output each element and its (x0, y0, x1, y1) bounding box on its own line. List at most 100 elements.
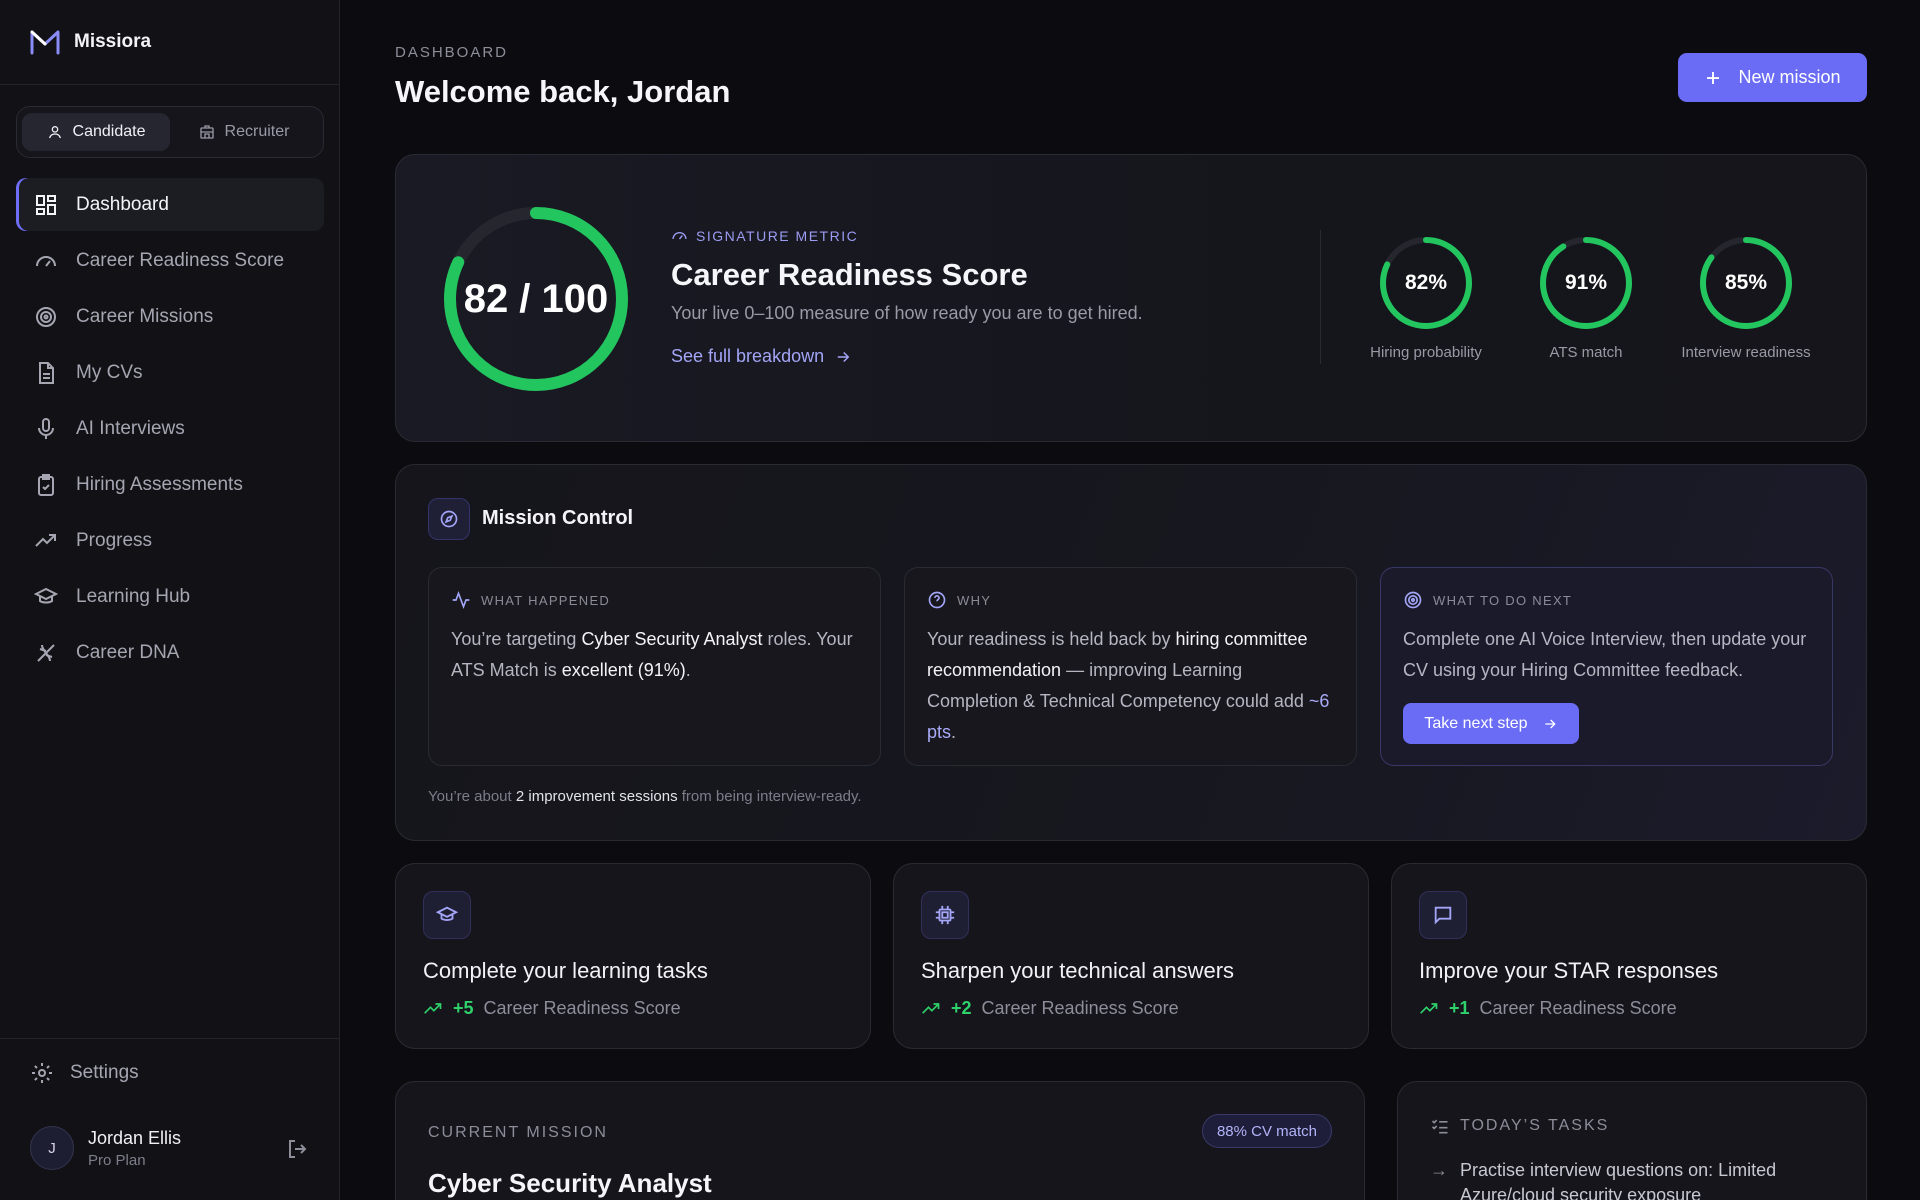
sidebar-item-hiring-assessments[interactable]: Hiring Assessments (16, 458, 324, 511)
trending-up-icon (922, 1002, 940, 1014)
sidebar-item-dashboard[interactable]: Dashboard (16, 178, 324, 231)
take-next-step-button[interactable]: Take next step (1403, 703, 1579, 744)
brand-name: Missiora (74, 31, 152, 52)
sidebar-item-progress[interactable]: Progress (16, 514, 324, 567)
target-icon (36, 306, 56, 327)
action-card-learning[interactable]: Complete your learning tasks +5 Career R… (395, 863, 871, 1049)
todays-tasks-card: TODAY’S TASKS → Practise interview quest… (1397, 1081, 1867, 1200)
mission-control-card: Mission Control WHAT HAPPENED You’re tar… (395, 464, 1867, 841)
metric-value: 91% (1564, 271, 1608, 294)
sidebar-item-label: Career Missions (76, 305, 214, 327)
metric-label: Hiring probability (1370, 344, 1482, 361)
panel-body: Your readiness is held back by hiring co… (927, 629, 1330, 742)
gauge-icon (672, 231, 687, 240)
microphone-icon (38, 417, 54, 439)
divider (1320, 230, 1321, 364)
metric-label: ATS match (1549, 344, 1623, 361)
sidebar-footer: Settings J Jordan Ellis Pro Plan (0, 1038, 340, 1200)
cv-match-badge: 88% CV match (1201, 1114, 1332, 1148)
dna-icon (37, 643, 55, 662)
score-subtitle: Your live 0–100 measure of how ready you… (671, 303, 1143, 323)
settings-link[interactable]: Settings (30, 1061, 139, 1085)
trending-up-icon (35, 533, 56, 547)
task-item[interactable]: → Practise interview questions on: Limit… (1430, 1158, 1830, 1200)
brand[interactable]: Missiora (0, 0, 339, 85)
candidate-toggle-button[interactable]: Candidate (22, 113, 170, 151)
sidebar-nav: Dashboard Career Readiness Score Career … (16, 178, 324, 682)
metric-value: 85% (1724, 271, 1768, 294)
cpu-chip-icon (935, 905, 955, 925)
panel-heading: WHAT HAPPENED (481, 592, 611, 608)
checklist-icon (1431, 1119, 1448, 1134)
action-title: Improve your STAR responses (1419, 958, 1719, 983)
take-next-step-label: Take next step (1424, 714, 1528, 732)
see-breakdown-link[interactable]: See full breakdown (671, 346, 852, 367)
hiring-probability-metric: 82% Hiring probability (1356, 235, 1496, 361)
what-to-do-next-panel: WHAT TO DO NEXT Complete one AI Voice In… (1380, 567, 1833, 766)
sidebar-item-career-dna[interactable]: Career DNA (16, 626, 324, 679)
recruiter-label: Recruiter (224, 123, 290, 140)
activity-icon (452, 590, 470, 610)
ats-match-metric: 91% ATS match (1516, 235, 1656, 361)
sidebar-item-label: Hiring Assessments (76, 473, 243, 495)
why-panel: WHY Your readiness is held back by hirin… (904, 567, 1357, 766)
mission-control-icon-badge (428, 498, 470, 540)
user-icon (48, 126, 61, 139)
mission-control-title: Mission Control (482, 507, 634, 529)
arrow-right-icon (1544, 719, 1556, 728)
career-readiness-card: 82 / 100 SIGNATURE METRIC Career Readine… (395, 154, 1867, 442)
sidebar-item-career-readiness-score[interactable]: Career Readiness Score (16, 234, 324, 287)
gain-metric: Career Readiness Score (483, 998, 681, 1018)
action-card-star[interactable]: Improve your STAR responses +1 Career Re… (1391, 863, 1867, 1049)
candidate-label: Candidate (72, 123, 146, 140)
action-title: Sharpen your technical answers (921, 958, 1235, 983)
sidebar-item-ai-interviews[interactable]: AI Interviews (16, 402, 324, 455)
todays-tasks-heading: TODAY’S TASKS (1430, 1116, 1609, 1136)
missiora-logo-icon (30, 30, 60, 55)
sidebar-item-label: My CVs (76, 361, 143, 383)
breakdown-label: See full breakdown (671, 346, 825, 366)
panel-heading: WHY (957, 592, 992, 608)
metric-value: 82% (1404, 271, 1448, 294)
gain-value: +2 (951, 998, 972, 1018)
action-icon-badge (921, 891, 969, 939)
plus-icon (1707, 71, 1720, 84)
sidebar-item-my-cvs[interactable]: My CVs (16, 346, 324, 399)
action-gain: +2 Career Readiness Score (921, 998, 1179, 1019)
building-icon (199, 125, 214, 139)
mission-control-footer: You’re about 2 improvement sessions from… (428, 788, 862, 805)
role-toggle: Candidate Recruiter (16, 106, 324, 158)
sidebar-item-label: Career Readiness Score (76, 249, 285, 271)
panel-heading: WHAT TO DO NEXT (1433, 592, 1573, 608)
task-text: Practise interview questions on: Limited… (1460, 1160, 1777, 1200)
gain-value: +1 (1449, 998, 1470, 1018)
grid-icon (36, 194, 56, 215)
score-ring: 82 / 100 (441, 204, 631, 394)
arrow-right-icon (837, 351, 850, 362)
signature-metric-text: SIGNATURE METRIC (696, 227, 859, 244)
sidebar-item-career-missions[interactable]: Career Missions (16, 290, 324, 343)
page-eyebrow: DASHBOARD (395, 44, 509, 61)
chat-bubble-icon (1434, 906, 1452, 925)
user-profile[interactable]: J Jordan Ellis Pro Plan (30, 1126, 310, 1170)
trending-up-icon (1420, 1002, 1438, 1014)
sidebar: Missiora Candidate Recruiter Dashboard C… (0, 0, 340, 1200)
gain-value: +5 (453, 998, 474, 1018)
panel-body: You’re targeting Cyber Security Analyst … (451, 629, 853, 680)
new-mission-button[interactable]: New mission (1678, 53, 1867, 102)
signature-metric-label: SIGNATURE METRIC (671, 227, 858, 244)
sidebar-item-learning-hub[interactable]: Learning Hub (16, 570, 324, 623)
interview-readiness-metric: 85% Interview readiness (1676, 235, 1816, 361)
trending-up-icon (424, 1002, 442, 1014)
sidebar-item-label: Dashboard (76, 193, 169, 215)
logout-icon[interactable] (286, 1137, 310, 1161)
graduation-cap-icon (436, 906, 458, 921)
gain-metric: Career Readiness Score (1479, 998, 1677, 1018)
gauge-icon (36, 255, 56, 267)
recruiter-toggle-button[interactable]: Recruiter (170, 113, 318, 151)
action-title: Complete your learning tasks (423, 958, 708, 983)
what-happened-panel: WHAT HAPPENED You’re targeting Cyber Sec… (428, 567, 881, 766)
action-card-technical[interactable]: Sharpen your technical answers +2 Career… (893, 863, 1369, 1049)
score-value: 82 / 100 (463, 276, 609, 321)
current-mission-card[interactable]: CURRENT MISSION 88% CV match Cyber Secur… (395, 1081, 1365, 1200)
